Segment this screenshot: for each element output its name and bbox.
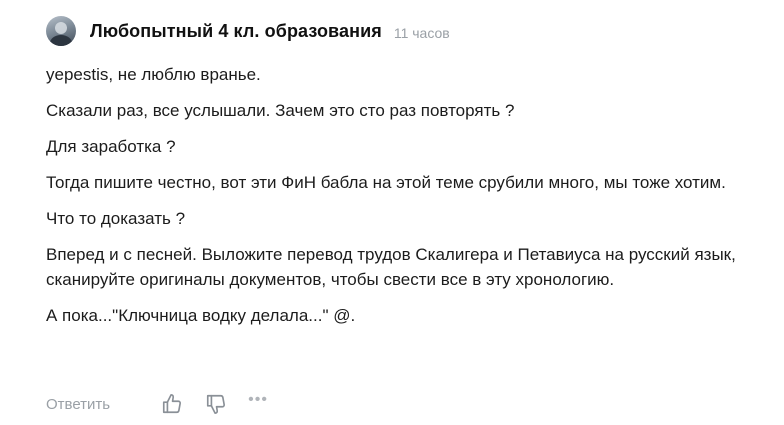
comment-paragraph: Тогда пишите честно, вот эти ФиН бабла н… [46, 173, 726, 192]
thumbs-down-icon[interactable] [204, 392, 228, 416]
comment: Любопытный 4 кл. образования 11 часов ye… [46, 14, 766, 414]
reply-button[interactable]: Ответить [46, 396, 110, 413]
comment-paragraph: Сказали раз, все услышали. Зачем это сто… [46, 101, 515, 120]
comment-time: 11 часов [393, 25, 450, 41]
more-options-button[interactable]: ••• [248, 391, 268, 409]
thumbs-up-icon[interactable] [160, 392, 184, 416]
comment-paragraph: Вперед и с песней. Выложите перевод труд… [46, 245, 736, 289]
author-name[interactable]: Любопытный 4 кл. образования [90, 21, 382, 42]
comment-header: Любопытный 4 кл. образования 11 часов [46, 14, 766, 48]
comment-paragraph: Для заработка ? [46, 137, 176, 156]
comment-paragraph: А пока..."Ключница водку делала..." @. [46, 306, 356, 325]
comment-paragraph: yepestis, не люблю вранье. [46, 65, 261, 84]
comment-body: yepestis, не люблю вранье. Сказали раз, … [46, 62, 766, 328]
comment-actions: Ответить ••• [46, 390, 268, 418]
comment-paragraph: Что то доказать ? [46, 209, 186, 228]
avatar[interactable] [46, 16, 76, 46]
